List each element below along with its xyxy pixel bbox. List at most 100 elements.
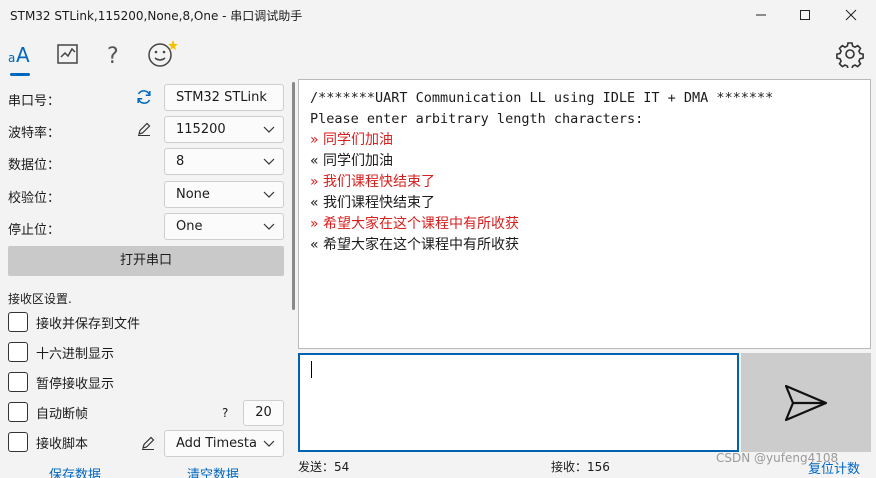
receive-line: » 同学们加油 <box>310 130 859 151</box>
hex-display-checkbox[interactable]: 十六进制显示 <box>8 341 114 363</box>
line-text: 同学们加油 <box>323 132 394 148</box>
line-text: 希望大家在这个课程中有所收获 <box>323 216 520 232</box>
chart-icon <box>57 44 78 64</box>
chevron-down-icon <box>263 126 275 133</box>
frame-timeout-input[interactable]: 20 <box>243 400 284 426</box>
line-prefix: » <box>310 132 319 148</box>
stopbits-label: 停止位： <box>8 223 61 238</box>
checkbox-box[interactable] <box>8 432 28 452</box>
line-text: 希望大家在这个课程中有所收获 <box>323 237 520 253</box>
parity-select-value: None <box>176 187 210 202</box>
databits-select-value: 8 <box>176 154 185 169</box>
frame-help[interactable]: ? <box>222 406 228 420</box>
pause-display-checkbox[interactable]: 暂停接收显示 <box>8 371 114 393</box>
receive-line: » 希望大家在这个课程中有所收获 <box>310 214 859 235</box>
svg-text:a: a <box>8 51 15 65</box>
stopbits-select[interactable]: One <box>164 213 284 240</box>
title-bar: STM32 STLink,115200,None,8,One - 串口调试助手 <box>0 0 876 30</box>
line-text: Please enter arbitrary length characters… <box>310 111 644 127</box>
reset-count-link[interactable]: 复位计数 <box>808 458 860 477</box>
checkbox-box[interactable] <box>8 372 28 392</box>
receive-area[interactable]: /*******UART Communication LL using IDLE… <box>298 79 871 349</box>
maximize-button[interactable] <box>782 0 828 30</box>
line-text: /*******UART Communication LL using IDLE… <box>310 90 774 106</box>
checkbox-box[interactable] <box>8 312 28 332</box>
baud-select[interactable]: 115200 <box>164 116 284 143</box>
chevron-down-icon <box>263 223 275 230</box>
pen-icon <box>142 436 155 450</box>
line-prefix: « <box>310 153 319 169</box>
port-select-value: STM32 STLink <box>176 90 267 105</box>
baud-label: 波特率： <box>8 126 61 141</box>
close-icon <box>845 9 857 21</box>
parity-select[interactable]: None <box>164 181 284 208</box>
font-icon: a A <box>8 43 30 67</box>
minimize-icon <box>756 14 766 16</box>
line-text: 我们课程快结束了 <box>323 174 436 190</box>
receive-line: Please enter arbitrary length characters… <box>310 109 859 130</box>
port-label: 串口号： <box>8 94 61 109</box>
open-port-button[interactable]: 打开串口 <box>8 246 284 276</box>
auto-frame-checkbox[interactable]: 自动断帧 <box>8 401 88 423</box>
baud-edit-button[interactable] <box>134 119 154 139</box>
port-select[interactable]: STM32 STLink <box>164 84 284 111</box>
checkbox-box[interactable] <box>8 342 28 362</box>
refresh-button[interactable] <box>134 87 154 107</box>
parity-label: 校验位： <box>8 191 61 206</box>
databits-label: 数据位： <box>8 158 61 173</box>
receive-settings-title: 接收区设置. <box>8 292 72 306</box>
line-text: 同学们加油 <box>323 153 394 169</box>
svg-text:A: A <box>16 43 30 67</box>
close-button[interactable] <box>828 0 874 30</box>
stopbits-select-value: One <box>176 219 203 234</box>
line-prefix: » <box>310 216 319 232</box>
line-prefix: « <box>310 195 319 211</box>
tab-font[interactable]: a A <box>2 36 38 76</box>
window-title: STM32 STLink,115200,None,8,One - 串口调试助手 <box>10 9 303 23</box>
receive-line: » 我们课程快结束了 <box>310 172 859 193</box>
recv-script-checkbox[interactable]: 接收脚本 <box>8 431 88 453</box>
line-prefix: » <box>310 174 319 190</box>
svg-text:?: ? <box>107 44 119 67</box>
toolbar: a A ? <box>0 30 876 78</box>
script-edit-button[interactable] <box>138 433 158 453</box>
settings-scrollbar[interactable] <box>292 82 295 310</box>
received-count: 接收：156 <box>551 460 610 474</box>
receive-line: /*******UART Communication LL using IDLE… <box>310 88 859 109</box>
receive-line: « 我们课程快结束了 <box>310 193 859 214</box>
emoji-icon <box>148 40 178 67</box>
auto-frame-label: 自动断帧 <box>36 406 89 422</box>
script-select[interactable]: Add Timesta <box>164 430 284 457</box>
receive-line: « 同学们加油 <box>310 151 859 172</box>
minimize-button[interactable] <box>738 0 784 30</box>
text-caret <box>311 361 312 378</box>
gear-icon <box>836 42 864 68</box>
recv-script-label: 接收脚本 <box>36 436 89 452</box>
chevron-down-icon <box>263 440 275 447</box>
baud-select-value: 115200 <box>176 122 226 137</box>
tab-chart[interactable] <box>50 36 86 72</box>
chevron-down-icon <box>263 158 275 165</box>
tab-help[interactable]: ? <box>96 36 132 72</box>
send-icon <box>784 384 828 421</box>
tab-emoji[interactable] <box>144 36 180 72</box>
script-select-value: Add Timesta <box>176 436 257 451</box>
save-to-file-label: 接收并保存到文件 <box>36 316 141 332</box>
send-input[interactable] <box>298 353 739 452</box>
sent-count: 发送：54 <box>298 460 350 474</box>
refresh-icon <box>137 90 151 104</box>
chevron-down-icon <box>263 191 275 198</box>
pause-display-label: 暂停接收显示 <box>36 376 115 392</box>
checkbox-box[interactable] <box>8 402 28 422</box>
send-button[interactable] <box>741 353 871 452</box>
clear-data-link[interactable]: 清空数据 <box>187 464 239 478</box>
save-to-file-checkbox[interactable]: 接收并保存到文件 <box>8 311 140 333</box>
help-icon: ? <box>107 44 119 67</box>
pen-icon <box>138 122 151 136</box>
save-data-link[interactable]: 保存数据 <box>49 464 101 478</box>
settings-button[interactable] <box>832 36 868 72</box>
line-prefix: « <box>310 237 319 253</box>
databits-select[interactable]: 8 <box>164 148 284 175</box>
receive-line: « 希望大家在这个课程中有所收获 <box>310 235 859 256</box>
hex-display-label: 十六进制显示 <box>36 346 115 362</box>
